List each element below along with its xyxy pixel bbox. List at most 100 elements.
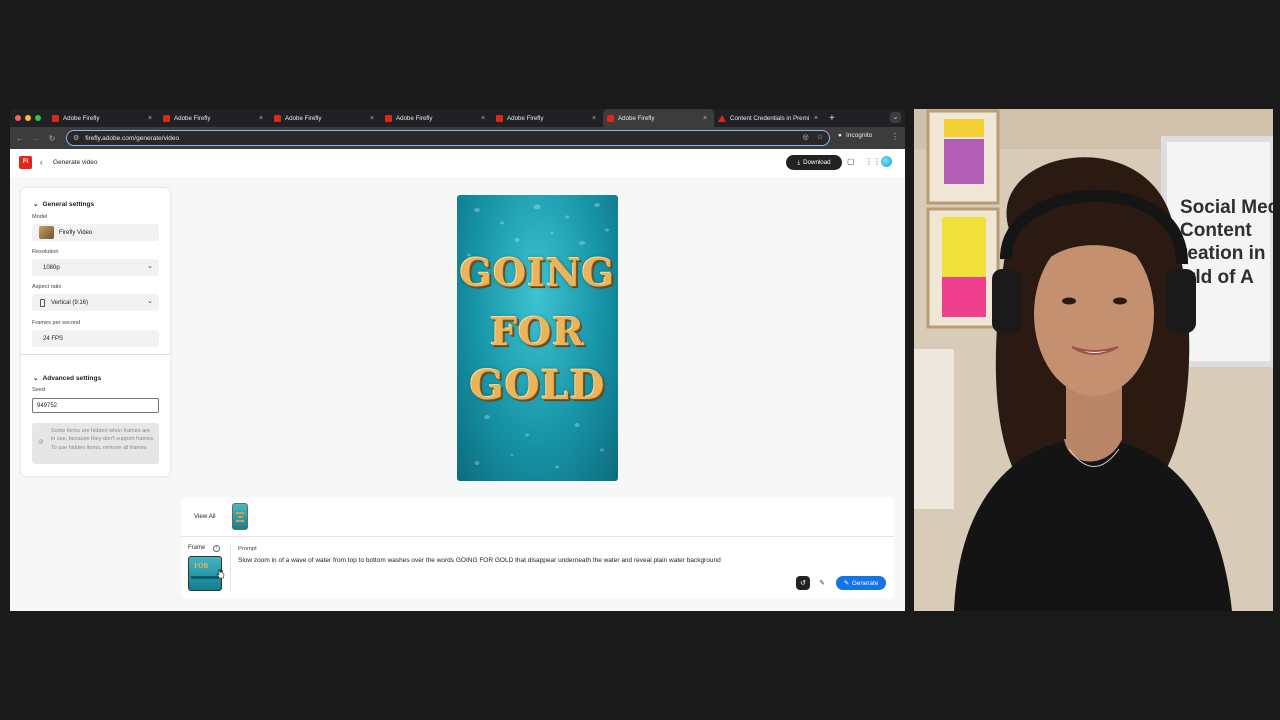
adobe-firefly-favicon-icon — [607, 114, 614, 122]
close-tab-icon[interactable]: × — [145, 115, 155, 122]
reload-icon[interactable]: ↻ — [44, 134, 60, 143]
close-tab-icon[interactable]: × — [367, 115, 377, 122]
model-thumbnail — [39, 226, 54, 239]
phone-portrait-icon — [40, 298, 45, 307]
tab-label: Adobe Firefly — [618, 114, 655, 122]
close-tab-icon[interactable]: × — [700, 115, 710, 122]
address-bar-row: ← → ↻ ⚙ firefly.adobe.com/generate/video… — [10, 127, 905, 149]
adobe-firefly-favicon-icon — [385, 114, 392, 122]
tab-search-icon[interactable]: ⌄ — [890, 112, 901, 123]
browser-tab[interactable]: Adobe Firefly × — [48, 109, 159, 127]
site-info-icon[interactable]: ⚙ — [73, 134, 79, 142]
browser-menu-icon[interactable]: ⋮ — [891, 132, 899, 141]
resolution-select[interactable]: 1080p ⌄ — [32, 259, 159, 276]
resolution-label: Resolution — [32, 249, 59, 255]
generate-label: Generate — [852, 579, 879, 587]
incognito-icon: ● — [838, 132, 842, 139]
incognito-indicator[interactable]: ● Incognito — [838, 132, 872, 139]
adobe-favicon-icon — [718, 114, 726, 122]
aspect-ratio-select[interactable]: Vertical (9:16) ⌄ — [32, 294, 159, 311]
sign-line-2: Content — [1180, 220, 1252, 241]
forward-arrow-icon[interactable]: → — [28, 134, 44, 143]
blocked-icon: ⊘ — [38, 439, 44, 446]
history-icon[interactable]: ↺ — [796, 576, 810, 590]
browser-window: Adobe Firefly × Adobe Firefly × Adobe Fi… — [10, 109, 905, 611]
new-tab-button[interactable]: + — [829, 113, 835, 124]
generate-button[interactable]: ✎ Generate — [836, 576, 886, 590]
webcam-feed: Social Med Content reation in rld of A — [914, 109, 1273, 611]
adobe-firefly-favicon-icon — [52, 114, 59, 122]
chevron-down-icon: ⌄ — [147, 263, 153, 270]
bookmark-star-icon[interactable]: ☆ — [817, 133, 823, 141]
aspect-ratio-label: Aspect ratio — [32, 284, 62, 290]
divider — [230, 545, 231, 592]
chevron-down-icon: ⌄ — [33, 375, 39, 382]
omnibox-actions: ◎ ☆ — [803, 133, 823, 141]
resolution-value: 1080p — [43, 264, 60, 271]
mouse-pointer-icon — [216, 568, 225, 579]
generate-icon: ✎ — [843, 579, 849, 587]
screen: Adobe Firefly × Adobe Firefly × Adobe Fi… — [0, 0, 1280, 720]
avatar[interactable] — [881, 156, 892, 167]
close-tab-icon[interactable]: × — [478, 115, 488, 122]
advanced-settings-header[interactable]: ⌄ Advanced settings — [33, 374, 101, 382]
tab-label: Adobe Firefly — [63, 114, 100, 122]
tab-label: Adobe Firefly — [396, 114, 433, 122]
frame-label: Frame — [188, 545, 206, 551]
notice-text: Some items are hidden when frames are in… — [51, 428, 155, 451]
chevron-down-icon: ⌄ — [33, 201, 39, 208]
style-icon[interactable]: ✎ — [815, 576, 829, 590]
zoom-window-button[interactable] — [35, 115, 41, 121]
browser-tab[interactable]: Adobe Firefly × — [492, 109, 603, 127]
browser-tab[interactable]: Adobe Firefly × — [270, 109, 381, 127]
tab-label: Adobe Firefly — [174, 114, 211, 122]
comment-icon[interactable]: ▢ — [847, 157, 855, 166]
firefly-logo[interactable]: Fi — [19, 156, 32, 169]
aspect-ratio-value: Vertical (9:16) — [51, 299, 89, 306]
browser-tab[interactable]: Adobe Firefly × — [159, 109, 270, 127]
generated-preview-image[interactable]: GOING FOR GOLD — [457, 195, 618, 481]
back-arrow-icon[interactable]: ← — [12, 134, 28, 143]
fps-label: Frames per second — [32, 320, 81, 326]
url-bar[interactable]: ⚙ firefly.adobe.com/generate/video ◎ ☆ — [66, 130, 830, 146]
eye-slash-icon[interactable]: ◎ — [803, 133, 809, 141]
presenter-video: Social Med Content reation in rld of A — [914, 109, 1273, 611]
chevron-down-icon: ⌄ — [147, 298, 153, 305]
model-label: Model — [32, 214, 48, 220]
download-icon: ⤓ — [797, 158, 801, 166]
close-window-button[interactable] — [15, 115, 21, 121]
page-title: Generate video — [53, 159, 98, 166]
frame-thumb-text: FOR — [194, 563, 209, 570]
browser-tab-active[interactable]: Adobe Firefly × — [603, 109, 714, 127]
general-settings-title: General settings — [42, 201, 95, 208]
close-tab-icon[interactable]: × — [256, 115, 266, 122]
prompt-input[interactable]: Slow zoom in of a wave of water from top… — [238, 557, 878, 564]
seed-input[interactable]: 949752 — [32, 398, 159, 413]
apps-grid-icon[interactable]: ⋮⋮ — [865, 157, 881, 166]
adobe-firefly-favicon-icon — [274, 114, 281, 122]
minimize-window-button[interactable] — [25, 115, 31, 121]
fps-select[interactable]: 24 FPS — [32, 330, 159, 347]
model-select[interactable]: Firefly Video — [32, 224, 159, 241]
browser-tab[interactable]: Adobe Firefly × — [381, 109, 492, 127]
advanced-settings-title: Advanced settings — [42, 375, 102, 382]
generation-thumbnail[interactable] — [232, 503, 248, 530]
adobe-firefly-favicon-icon — [163, 114, 170, 122]
download-button[interactable]: ⤓ Download — [786, 155, 842, 170]
sign-line-3: reation in — [1180, 243, 1266, 264]
tab-strip: Adobe Firefly × Adobe Firefly × Adobe Fi… — [10, 109, 905, 127]
model-value: Firefly Video — [59, 229, 93, 236]
incognito-label: Incognito — [845, 132, 873, 139]
settings-panel: ⌄ General settings Model Firefly Video Re… — [21, 188, 170, 476]
general-settings-header[interactable]: ⌄ General settings — [33, 200, 94, 208]
fps-value: 24 FPS — [43, 335, 64, 342]
info-icon[interactable]: i — [213, 545, 220, 552]
browser-tab[interactable]: Content Credentials in Premi × — [714, 109, 825, 127]
view-all-link[interactable]: View All — [194, 513, 216, 520]
close-tab-icon[interactable]: × — [811, 115, 821, 122]
back-chevron-icon[interactable]: ‹ — [40, 158, 43, 167]
close-tab-icon[interactable]: × — [589, 115, 599, 122]
seed-label: Seed — [32, 387, 46, 393]
tab-label: Adobe Firefly — [285, 114, 322, 122]
window-controls — [10, 115, 48, 121]
